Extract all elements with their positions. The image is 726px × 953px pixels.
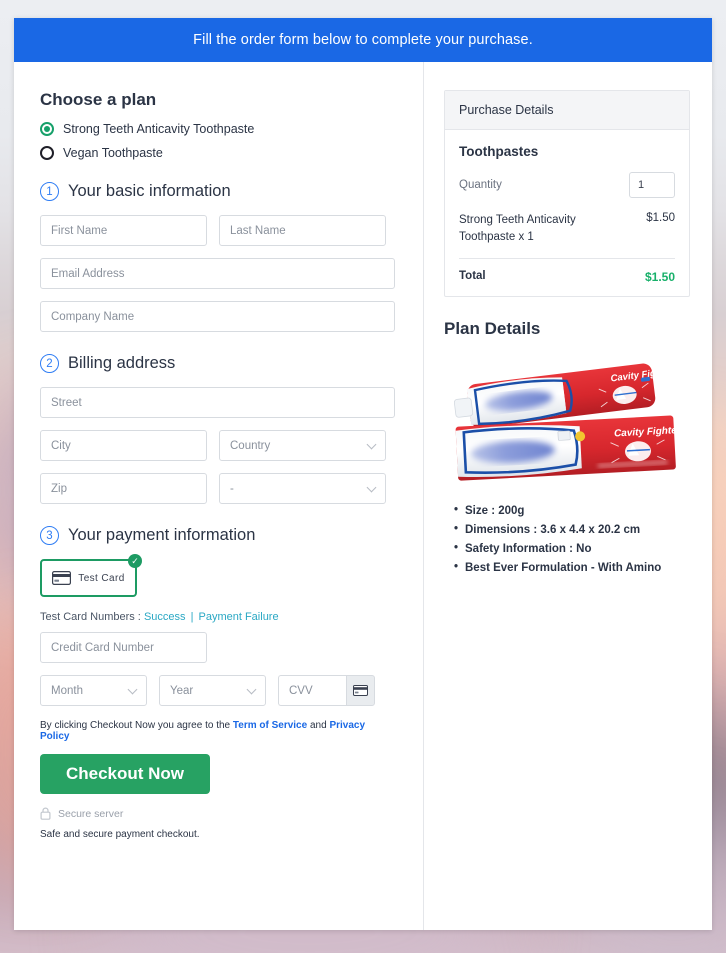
checkout-columns: Choose a plan Strong Teeth Anticavity To…	[14, 62, 712, 930]
plan-detail-bullets: Size : 200g Dimensions : 3.6 x 4.4 x 20.…	[454, 501, 690, 578]
cvv-group: CVV	[278, 675, 375, 706]
purchase-details-card: Purchase Details Toothpastes Quantity 1 …	[444, 90, 690, 298]
radio-selected-icon[interactable]	[40, 122, 54, 136]
test-card-numbers-row: Test Card Numbers : Success | Payment Fa…	[40, 611, 395, 623]
purchase-details-body: Toothpastes Quantity 1 Strong Teeth Anti…	[445, 130, 689, 296]
credit-card-number-input[interactable]: Credit Card Number	[40, 632, 207, 663]
step-title: Your basic information	[68, 182, 231, 200]
total-row: Total $1.50	[459, 258, 675, 284]
list-item: Best Ever Formulation - With Amino	[454, 558, 690, 578]
list-item: Safety Information : No	[454, 539, 690, 559]
term-of-service-link[interactable]: Term of Service	[233, 720, 307, 731]
city-input[interactable]: City	[40, 430, 207, 461]
plan-option-vegan[interactable]: Vegan Toothpaste	[40, 146, 395, 160]
credit-card-icon	[353, 685, 368, 696]
month-select[interactable]: Month	[40, 675, 147, 706]
first-name-input[interactable]: First Name	[40, 215, 207, 246]
year-select[interactable]: Year	[159, 675, 266, 706]
country-select-value: Country	[230, 439, 271, 452]
banner-text: Fill the order form below to complete yo…	[193, 32, 533, 48]
terms-conjunction: and	[309, 720, 327, 731]
line-item-price: $1.50	[646, 212, 675, 224]
expiry-cvv-row: Month Year CVV	[40, 675, 395, 706]
payment-failure-link[interactable]: Payment Failure	[199, 611, 279, 623]
step-title: Your payment information	[68, 526, 256, 544]
month-select-value: Month	[51, 684, 83, 697]
plan-details-heading: Plan Details	[444, 319, 541, 339]
company-name-input[interactable]: Company Name	[40, 301, 395, 332]
purchase-details-header: Purchase Details	[445, 91, 689, 130]
safe-checkout-note: Safe and secure payment checkout.	[40, 829, 200, 840]
link-separator: |	[190, 611, 194, 623]
chevron-down-icon	[366, 439, 377, 449]
country-select[interactable]: Country	[219, 430, 386, 461]
choose-plan-heading: Choose a plan	[40, 90, 157, 109]
list-item: Size : 200g	[454, 501, 690, 521]
step-title: Billing address	[68, 354, 176, 372]
cvv-input[interactable]: CVV	[278, 675, 346, 706]
plan-option-label: Strong Teeth Anticavity Toothpaste	[63, 122, 255, 136]
list-item: Dimensions : 3.6 x 4.4 x 20.2 cm	[454, 520, 690, 540]
email-row: Email Address	[40, 258, 395, 289]
credit-card-icon	[52, 571, 72, 585]
state-select[interactable]: -	[219, 473, 386, 504]
step-billing-address: 2 Billing address	[40, 354, 395, 373]
name-row: First Name Last Name	[40, 215, 395, 246]
success-link[interactable]: Success	[144, 611, 186, 623]
test-card-numbers-label: Test Card Numbers :	[40, 611, 141, 623]
plan-option-strong-teeth[interactable]: Strong Teeth Anticavity Toothpaste	[40, 122, 395, 136]
step-basic-information: 1 Your basic information	[40, 182, 395, 201]
step-number: 3	[40, 526, 59, 545]
company-row: Company Name	[40, 301, 395, 332]
product-image: Cavity Fighter Cavity Fighter	[453, 363, 682, 481]
quantity-row: Quantity 1	[459, 172, 675, 198]
zip-input[interactable]: Zip	[40, 473, 207, 504]
checkout-now-button[interactable]: Checkout Now	[40, 754, 210, 794]
terms-prefix: By clicking Checkout Now you agree to th…	[40, 720, 231, 731]
city-country-row: City Country	[40, 430, 395, 461]
terms-notice: By clicking Checkout Now you agree to th…	[40, 720, 395, 742]
lock-icon	[40, 807, 51, 820]
last-name-input[interactable]: Last Name	[219, 215, 386, 246]
test-card-label: Test Card	[78, 572, 125, 584]
chevron-down-icon	[366, 482, 377, 492]
email-input[interactable]: Email Address	[40, 258, 395, 289]
street-input[interactable]: Street	[40, 387, 395, 418]
total-label: Total	[459, 270, 486, 283]
step-number: 2	[40, 354, 59, 373]
purchase-group-title: Toothpastes	[459, 144, 539, 159]
total-value: $1.50	[644, 270, 675, 285]
radio-unselected-icon[interactable]	[40, 146, 54, 160]
page-banner: Fill the order form below to complete yo…	[14, 18, 712, 62]
chevron-down-icon	[127, 684, 138, 694]
street-row: Street	[40, 387, 395, 418]
test-card-option[interactable]: Test Card ✓	[40, 554, 142, 597]
check-circle-icon: ✓	[128, 554, 142, 568]
checkout-card: Fill the order form below to complete yo…	[14, 18, 712, 930]
cvv-help-button[interactable]	[346, 675, 375, 706]
summary-column: Purchase Details Toothpastes Quantity 1 …	[424, 62, 712, 930]
step-number: 1	[40, 182, 59, 201]
year-select-value: Year	[170, 684, 194, 697]
line-item-name: Strong Teeth Anticavity Toothpaste x 1	[459, 214, 576, 243]
form-column: Choose a plan Strong Teeth Anticavity To…	[14, 62, 424, 930]
zip-state-row: Zip -	[40, 473, 395, 504]
quantity-label: Quantity	[459, 179, 502, 191]
credit-card-row: Credit Card Number	[40, 632, 395, 663]
secure-server-row: Secure server	[40, 807, 395, 820]
secure-server-label: Secure server	[58, 807, 124, 820]
line-item-row: Strong Teeth Anticavity Toothpaste x 1 $…	[459, 212, 675, 258]
plan-option-label: Vegan Toothpaste	[63, 146, 163, 160]
state-select-value: -	[230, 482, 234, 495]
chevron-down-icon	[246, 684, 257, 694]
step-payment-information: 3 Your payment information	[40, 526, 395, 545]
quantity-input[interactable]: 1	[629, 172, 675, 198]
